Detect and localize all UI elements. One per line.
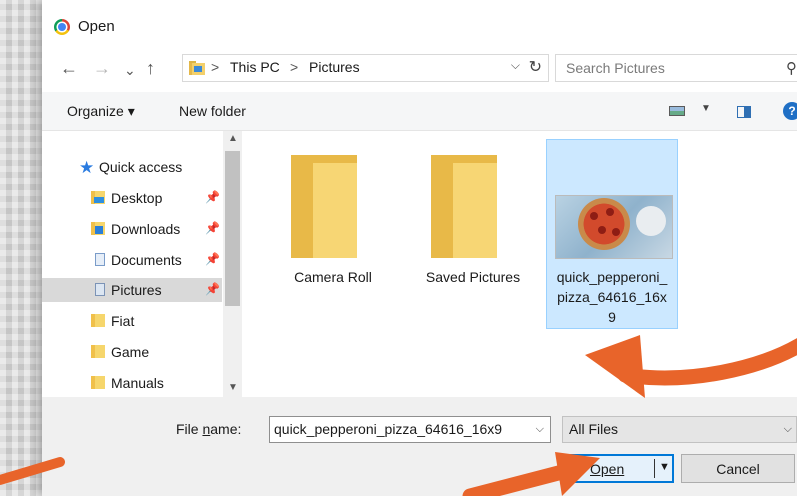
file-type-value: All Files	[569, 421, 619, 437]
back-icon[interactable]: ←	[60, 57, 78, 79]
pin-icon[interactable]: 📌	[205, 282, 220, 296]
pizza-thumbnail	[555, 195, 673, 259]
forward-icon[interactable]: →	[93, 57, 111, 79]
downloads-folder-icon	[91, 222, 105, 235]
file-name: Saved Pictures	[425, 269, 521, 285]
refresh-icon[interactable]: ↻	[529, 57, 542, 77]
open-dialog: Open ← → ⌄ ↑ > This PC > Pictures ⌵ ↻ Se…	[42, 0, 797, 496]
sidebar-item-label: Manuals	[111, 375, 164, 391]
chrome-icon	[54, 19, 70, 35]
sidebar-item-game[interactable]: Game	[42, 340, 222, 364]
organize-button[interactable]: Organize ▾	[67, 103, 135, 120]
search-icon[interactable]: ⚲	[786, 59, 797, 77]
scrollbar-thumb[interactable]	[225, 151, 240, 306]
file-item-saved-pictures[interactable]: Saved Pictures	[407, 139, 539, 329]
sidebar-item-label: Desktop	[111, 190, 163, 206]
sidebar-item-manuals[interactable]: Manuals	[42, 371, 222, 395]
navigation-pane: ★ Quick access Desktop 📌 Downloads 📌 Doc…	[42, 131, 242, 397]
open-button[interactable]: Open ▼	[564, 454, 674, 483]
help-icon[interactable]: ?	[783, 102, 797, 120]
file-list: Camera Roll Saved Pictures quick_peppero…	[243, 131, 797, 397]
sidebar-item-quick-access[interactable]: ★ Quick access	[42, 155, 222, 179]
address-bar[interactable]: > This PC > Pictures ⌵ ↻	[182, 54, 549, 82]
file-name-field[interactable]: quick_pepperoni_pizza_64616_16x9 ⌵	[269, 416, 551, 443]
folder-icon	[91, 314, 105, 327]
documents-folder-icon	[91, 253, 105, 266]
sidebar-item-label: Documents	[111, 252, 182, 268]
pictures-folder-icon	[91, 283, 105, 296]
command-toolbar: Organize ▾ New folder ▼ ?	[42, 92, 797, 131]
up-icon[interactable]: ↑	[146, 57, 155, 79]
view-options-dropdown-icon[interactable]: ▼	[701, 103, 711, 114]
file-type-select[interactable]: All Files ⌵	[562, 416, 797, 443]
open-options-dropdown-icon[interactable]: ▼	[659, 461, 670, 473]
sidebar-item-label: Quick access	[99, 159, 183, 175]
title-bar: Open	[42, 0, 797, 40]
pin-icon[interactable]: 📌	[205, 190, 220, 204]
file-item-camera-roll[interactable]: Camera Roll	[267, 139, 399, 329]
breadcrumb-separator: >	[211, 59, 220, 75]
file-name: Camera Roll	[294, 269, 372, 285]
chevron-down-icon[interactable]: ⌵	[536, 423, 544, 436]
pictures-folder-icon	[189, 61, 205, 75]
preview-pane-icon[interactable]	[737, 106, 751, 118]
sidebar-item-pictures[interactable]: Pictures 📌	[42, 278, 222, 302]
sidebar-item-documents[interactable]: Documents 📌	[42, 248, 222, 272]
file-item-pizza-image[interactable]: quick_pepperoni_ pizza_64616_16x 9	[546, 139, 678, 329]
change-view-icon[interactable]	[669, 106, 685, 116]
open-button-label: Open	[590, 461, 625, 477]
footer-panel: File name: quick_pepperoni_pizza_64616_1…	[42, 397, 797, 496]
sidebar-item-label: Pictures	[111, 282, 162, 298]
folder-icon	[431, 155, 497, 258]
navigation-scrollbar[interactable]: ▲ ▼	[223, 131, 242, 397]
sidebar-item-downloads[interactable]: Downloads 📌	[42, 217, 222, 241]
sidebar-item-label: Fiat	[111, 313, 135, 329]
file-name: quick_pepperoni_ pizza_64616_16x 9	[556, 269, 668, 325]
sidebar-item-desktop[interactable]: Desktop 📌	[42, 186, 222, 210]
sidebar-item-label: Game	[111, 344, 150, 360]
cancel-button-label: Cancel	[716, 461, 760, 477]
new-folder-button[interactable]: New folder	[179, 103, 246, 119]
star-icon: ★	[79, 158, 95, 177]
breadcrumb-this-pc[interactable]: This PC	[230, 59, 280, 75]
folder-icon	[291, 155, 357, 258]
breadcrumb-pictures[interactable]: Pictures	[309, 59, 360, 75]
scroll-up-icon[interactable]: ▲	[228, 133, 238, 144]
chevron-down-icon[interactable]: ⌵	[784, 423, 792, 436]
desktop-folder-icon	[91, 191, 105, 204]
navigation-bar: ← → ⌄ ↑ > This PC > Pictures ⌵ ↻ Search …	[42, 52, 797, 84]
chevron-down-icon[interactable]: ⌵	[511, 58, 520, 73]
folder-icon	[91, 345, 105, 358]
sidebar-item-fiat[interactable]: Fiat	[42, 309, 222, 333]
breadcrumb-separator: >	[290, 59, 299, 75]
search-placeholder: Search Pictures	[566, 60, 665, 76]
folder-icon	[91, 376, 105, 389]
sidebar-item-label: Downloads	[111, 221, 181, 237]
cancel-button[interactable]: Cancel	[681, 454, 795, 483]
pin-icon[interactable]: 📌	[205, 221, 220, 235]
file-name-value: quick_pepperoni_pizza_64616_16x9	[274, 421, 503, 437]
window-title: Open	[78, 18, 115, 35]
split-divider	[654, 459, 655, 478]
pin-icon[interactable]: 📌	[205, 252, 220, 266]
search-input[interactable]: Search Pictures ⚲	[555, 54, 797, 82]
file-name-label: File name:	[176, 421, 242, 437]
recent-locations-icon[interactable]: ⌄	[124, 59, 136, 81]
scroll-down-icon[interactable]: ▼	[228, 382, 238, 393]
